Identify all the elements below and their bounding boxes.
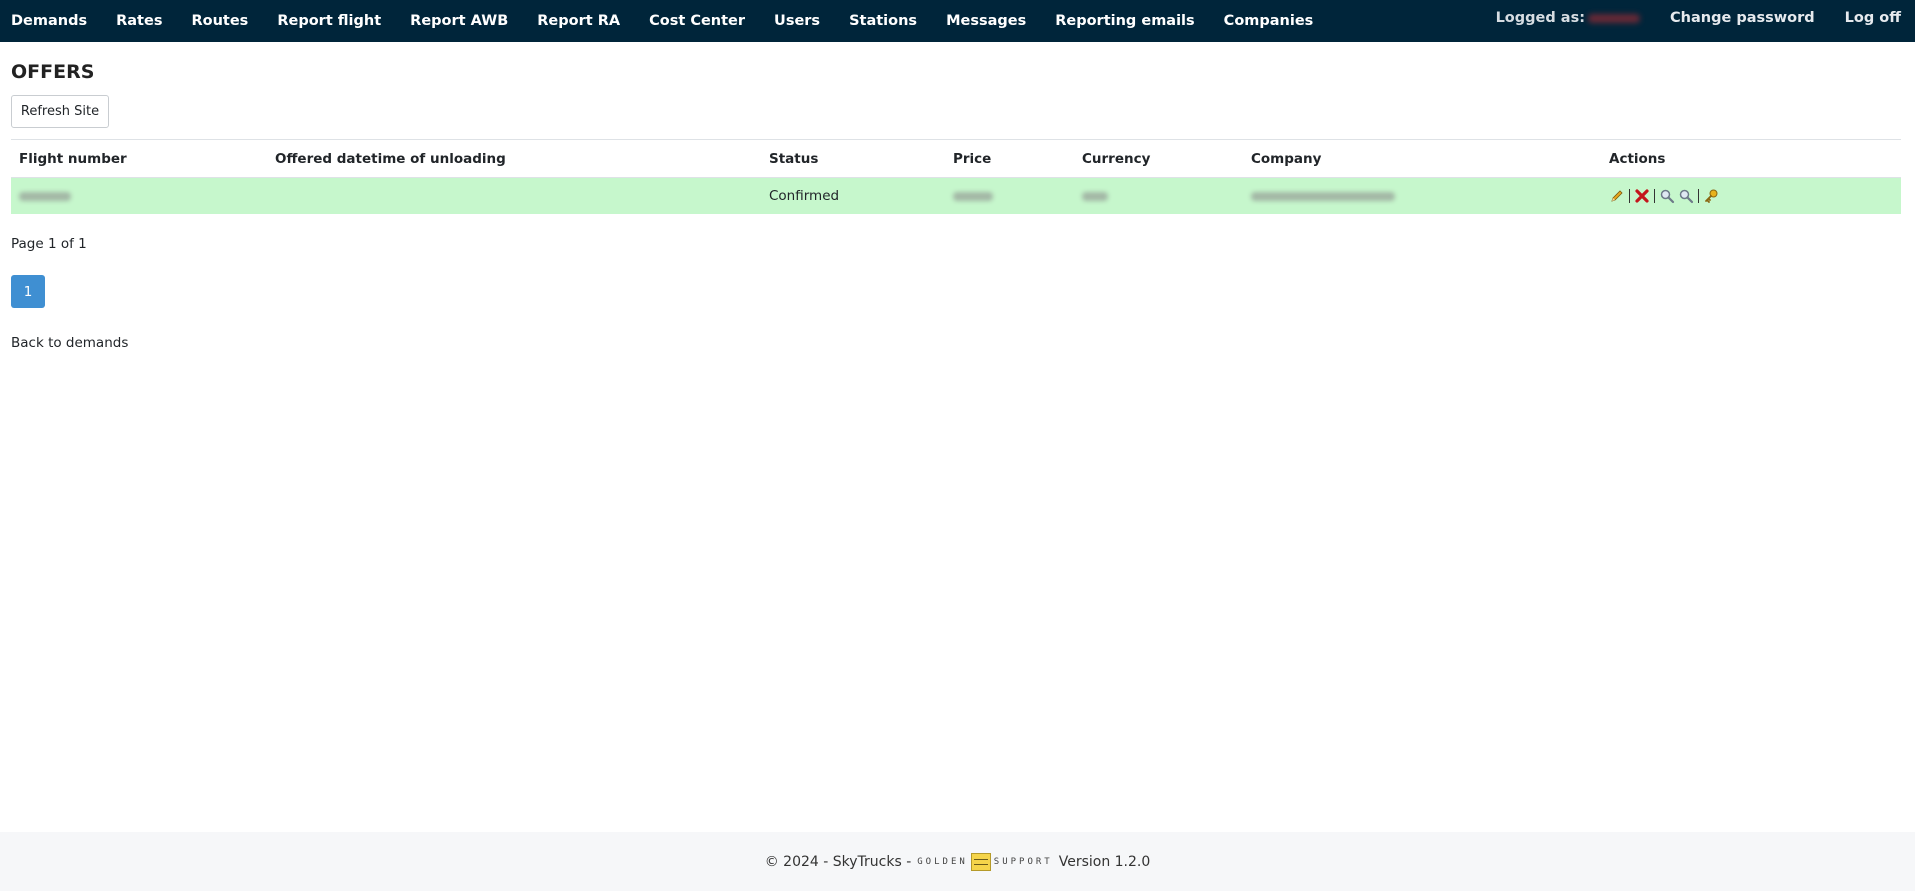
nav-companies[interactable]: Companies [1224, 13, 1314, 29]
nav-rates[interactable]: Rates [116, 13, 162, 29]
page-summary: Page 1 of 1 [11, 236, 87, 252]
nav-messages[interactable]: Messages [946, 13, 1026, 29]
cell-offered-datetime [267, 178, 761, 215]
col-price[interactable]: Price [945, 139, 1074, 178]
key-icon[interactable] [1703, 188, 1719, 204]
logged-as-label: Logged as: [1495, 10, 1585, 26]
action-separator [1629, 189, 1630, 203]
change-password-link[interactable]: Change password [1670, 10, 1815, 26]
log-off-link[interactable]: Log off [1845, 10, 1901, 26]
logo-icon [970, 852, 991, 871]
search-icon[interactable] [1659, 188, 1675, 204]
redacted-currency [1082, 191, 1108, 201]
action-separator [1698, 189, 1699, 203]
nav-users[interactable]: Users [774, 13, 820, 29]
nav-reporting-emails[interactable]: Reporting emails [1055, 13, 1194, 29]
back-to-demands-link[interactable]: Back to demands [11, 335, 128, 351]
col-currency[interactable]: Currency [1074, 139, 1243, 178]
redacted-username [1588, 13, 1640, 23]
row-actions [1609, 188, 1901, 204]
cell-currency [1074, 178, 1243, 215]
nav-stations[interactable]: Stations [849, 13, 917, 29]
version-text: Version 1.2.0 [1058, 853, 1151, 870]
page-title: OFFERS [11, 61, 95, 83]
cell-price [945, 178, 1074, 215]
user-menu: Logged as: Change password Log off [1496, 0, 1901, 36]
nav-report-ra[interactable]: Report RA [537, 13, 620, 29]
table-header-row: Flight number Offered datetime of unload… [11, 139, 1901, 178]
col-company[interactable]: Company [1243, 139, 1601, 178]
col-status[interactable]: Status [761, 139, 945, 178]
cell-company [1243, 178, 1601, 215]
nav-cost-center[interactable]: Cost Center [649, 13, 745, 29]
refresh-site-button[interactable]: Refresh Site [11, 95, 109, 128]
delete-icon[interactable] [1634, 188, 1650, 204]
redacted-price [953, 191, 993, 201]
offers-table: Flight number Offered datetime of unload… [11, 139, 1901, 214]
copyright-text: © 2024 - SkyTrucks - [764, 853, 912, 870]
pencil-icon[interactable] [1609, 188, 1625, 204]
nav-report-awb[interactable]: Report AWB [410, 13, 508, 29]
golden-support-logo: GOLDEN SUPPORT [917, 852, 1052, 871]
redacted-flight-number [19, 191, 71, 201]
cell-status: Confirmed [769, 188, 840, 204]
page-1-button[interactable]: 1 [11, 275, 45, 308]
footer: © 2024 - SkyTrucks - GOLDEN SUPPORT Vers… [0, 832, 1915, 891]
top-navbar: Demands Rates Routes Report flight Repor… [0, 0, 1915, 42]
cell-actions [1601, 178, 1901, 215]
col-actions: Actions [1601, 139, 1901, 178]
nav-report-flight[interactable]: Report flight [277, 13, 381, 29]
cell-flight-number [11, 178, 267, 215]
action-separator [1654, 189, 1655, 203]
search-icon[interactable] [1678, 188, 1694, 204]
col-offered-datetime[interactable]: Offered datetime of unloading [267, 139, 761, 178]
nav-routes[interactable]: Routes [191, 13, 248, 29]
main-menu: Demands Rates Routes Report flight Repor… [11, 0, 1342, 42]
table-row: Confirmed [11, 177, 1901, 215]
redacted-company [1251, 191, 1395, 201]
nav-demands[interactable]: Demands [11, 13, 87, 29]
col-flight-number[interactable]: Flight number [11, 139, 267, 178]
